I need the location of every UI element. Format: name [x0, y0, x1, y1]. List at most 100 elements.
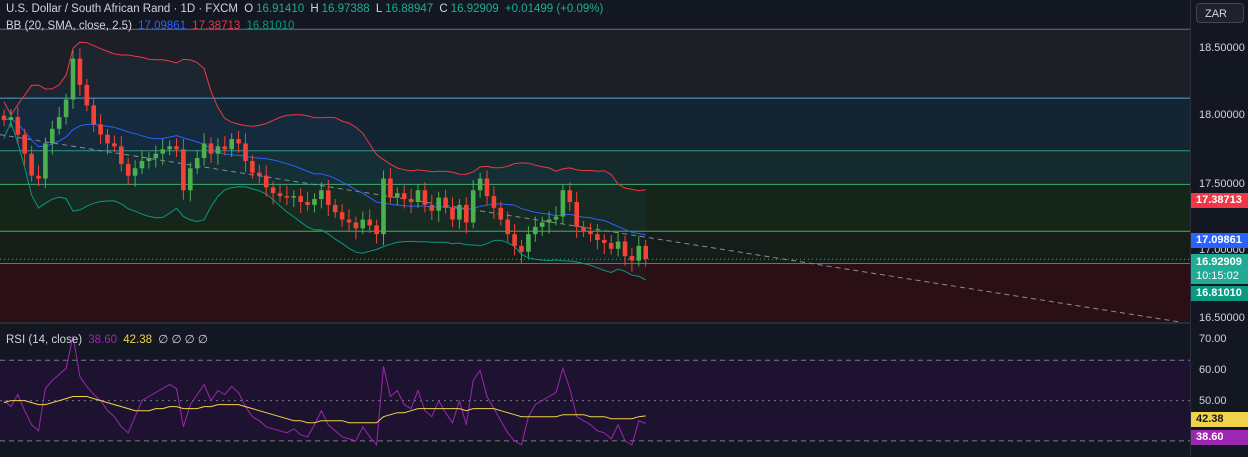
candle-body [91, 105, 96, 125]
currency-button[interactable]: ZAR [1196, 3, 1244, 23]
candle-body [270, 187, 276, 194]
candle-body [505, 219, 510, 235]
price-tick: 18.50000 [1199, 42, 1245, 54]
candle-body [36, 175, 41, 179]
candle-body [8, 117, 14, 121]
candle-body [436, 197, 441, 211]
candle-body [84, 84, 90, 106]
candle-body [574, 201, 579, 227]
rsi-tick: 70.00 [1199, 333, 1227, 345]
candle-body [422, 190, 428, 205]
candle-body [181, 149, 186, 191]
candle-body [119, 146, 124, 164]
candle-body [236, 139, 241, 144]
candle-body [595, 234, 600, 241]
candle-body [643, 245, 648, 260]
price-pane[interactable]: U.S. Dollar / South African Rand · 1D · … [0, 0, 1190, 322]
candle-body [539, 222, 545, 227]
rsi-pane[interactable]: RSI (14, close) 38.60 42.38 ∅ ∅ ∅ ∅ [0, 324, 1190, 457]
candle-body [112, 143, 117, 147]
close-label: C [439, 3, 448, 15]
candle-body [484, 178, 490, 197]
candle-body [50, 128, 55, 144]
candle-body [408, 199, 414, 202]
candle-body [174, 146, 179, 150]
rsi-legend[interactable]: RSI (14, close) 38.60 42.38 ∅ ∅ ∅ ∅ [6, 332, 211, 346]
candle-body [146, 158, 152, 161]
price-tick: 17.50000 [1199, 178, 1245, 190]
price-tick: 16.50000 [1199, 312, 1245, 324]
candle-body [167, 146, 172, 150]
candle-body [291, 196, 297, 198]
high-value: 16.97388 [321, 3, 370, 15]
candle-body [346, 219, 352, 223]
bb-label: BB (20, SMA, close, 2.5) [6, 20, 132, 32]
candle-body [553, 216, 559, 220]
candle-body [615, 241, 621, 249]
candle-body [533, 226, 538, 235]
rsi-ma-tag: 42.38 [1191, 412, 1248, 427]
low-value: 16.88947 [385, 3, 434, 15]
candle-body [546, 219, 552, 223]
candle-body [305, 201, 310, 205]
candle-body [464, 204, 469, 223]
open-label: O [244, 3, 254, 15]
candle-body [326, 190, 331, 205]
price-chart[interactable] [0, 0, 1190, 322]
candle-body [160, 149, 165, 154]
candle-body [194, 158, 200, 169]
bb-basis-value: 17.09861 [138, 20, 187, 32]
symbol-title: U.S. Dollar / South African Rand · 1D · … [6, 3, 238, 15]
candle-body [429, 204, 435, 211]
candle-body [498, 207, 504, 220]
bb-basis-tag: 17.09861 [1191, 233, 1248, 248]
candle-body [298, 196, 303, 202]
high-label: H [310, 3, 319, 15]
candle-body [188, 168, 193, 191]
candle-body [284, 196, 290, 198]
candle-body [581, 226, 586, 232]
candle-body [312, 199, 317, 205]
candle-body [105, 134, 110, 144]
close-value: 16.92909 [450, 3, 499, 15]
candle-body [477, 178, 483, 191]
candle-body [77, 58, 83, 85]
candle-body [560, 190, 566, 217]
candle-body [319, 190, 324, 200]
candle-body [491, 196, 497, 208]
bb-lower-tag: 16.81010 [1191, 286, 1248, 301]
change-value: +0.01499 (+0.09%) [504, 3, 604, 15]
candle-body [277, 193, 283, 197]
candle-body [395, 193, 400, 198]
price-axis[interactable]: ZAR 18.50000 18.00000 17.50000 17.00000 … [1190, 0, 1248, 457]
rsi-tick: 60.00 [1199, 364, 1227, 376]
candle-body [443, 197, 448, 208]
candle-body [332, 204, 338, 213]
symbol-legend: U.S. Dollar / South African Rand · 1D · … [6, 3, 606, 15]
candle-body [125, 163, 131, 176]
candle-body [588, 231, 593, 235]
candle-body [56, 117, 62, 129]
candle-body [567, 190, 573, 202]
candle-body [401, 193, 407, 200]
candle-body [15, 117, 21, 135]
candle-body [257, 172, 262, 176]
bb-upper-tag: 17.38713 [1191, 193, 1248, 208]
candle-body [22, 134, 27, 154]
rsi-extra: ∅ ∅ ∅ ∅ [158, 334, 208, 346]
open-value: 16.91410 [256, 3, 305, 15]
candle-body [388, 178, 393, 198]
candle-body [1, 115, 7, 121]
candle-body [519, 245, 524, 252]
candle-body [367, 219, 372, 226]
rsi-tag: 38.60 [1191, 430, 1248, 445]
candle-body [374, 225, 379, 235]
candle-body [29, 153, 34, 176]
candle-body [229, 139, 234, 150]
candle-body [63, 99, 69, 118]
candle-body [526, 234, 531, 252]
candle-body [608, 242, 614, 249]
bb-upper-value: 17.38713 [192, 20, 241, 32]
candle-body [636, 245, 642, 261]
bb-legend[interactable]: BB (20, SMA, close, 2.5) 17.09861 17.387… [6, 20, 297, 32]
